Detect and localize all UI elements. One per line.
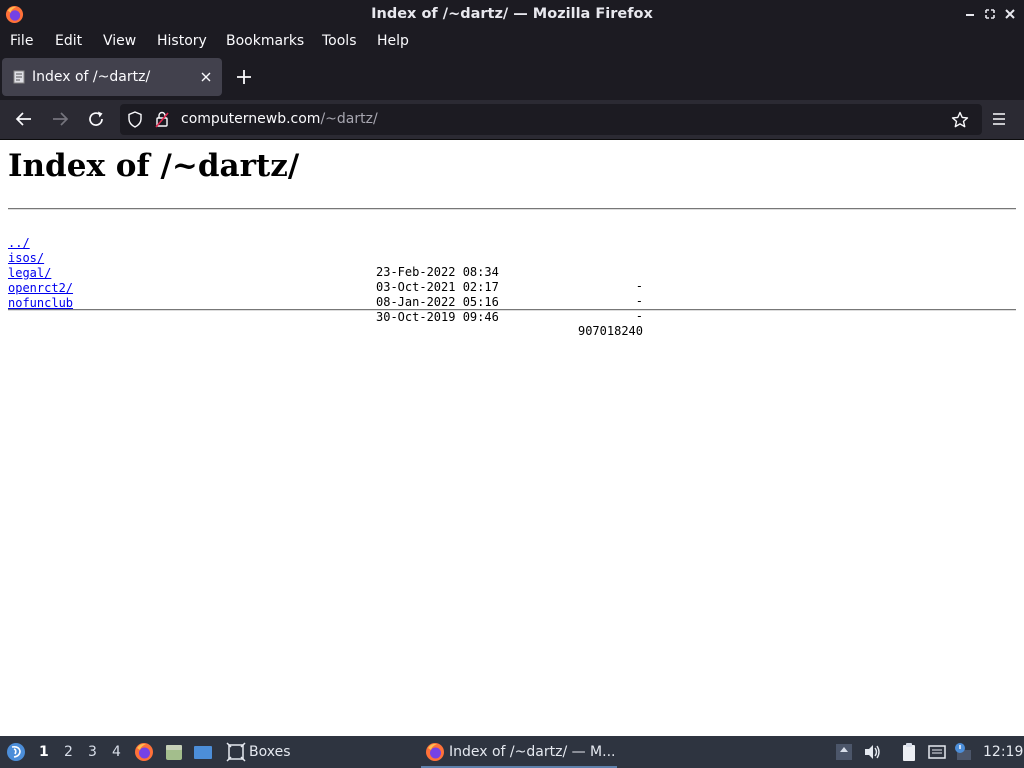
menu-history[interactable]: History [157, 33, 207, 49]
list-item: nofunclub 30-Oct-2019 09:46 907018240 [8, 282, 643, 338]
desktop-launcher-icon[interactable] [193, 742, 213, 762]
top-divider [8, 208, 1016, 210]
tab-strip: Index of /~dartz/ [0, 54, 1024, 100]
page-favicon-icon [13, 70, 25, 84]
entry-size: - [635, 279, 643, 293]
forward-icon[interactable] [51, 110, 69, 128]
entry-size: - [635, 309, 643, 323]
firefox-launcher-icon[interactable] [134, 742, 154, 762]
entry-date: 30-Oct-2019 09:46 [376, 310, 499, 324]
tab-title: Index of /~dartz/ [32, 69, 151, 85]
bottom-divider [8, 309, 1016, 311]
update-notifier-icon[interactable] [953, 742, 973, 762]
url-bar[interactable]: computernewb.com/~dartz/ [120, 104, 982, 135]
entry-date: 08-Jan-2022 05:16 [376, 295, 499, 309]
entry-size: 907018240 [577, 324, 643, 338]
reload-icon[interactable] [87, 110, 105, 128]
insecure-lock-icon[interactable] [155, 111, 169, 128]
files-launcher-icon[interactable] [164, 742, 184, 762]
url-host: computernewb.com [181, 111, 321, 127]
list-item: isos/ 23-Feb-2022 08:34 - [8, 237, 643, 293]
menu-edit[interactable]: Edit [55, 33, 82, 49]
menu-file[interactable]: File [10, 33, 33, 49]
hamburger-menu-icon[interactable] [991, 111, 1007, 127]
page-heading: Index of /~dartz/ [8, 148, 300, 184]
menu-bar: File Edit View History Bookmarks Tools H… [0, 29, 1024, 54]
menu-help[interactable]: Help [377, 33, 409, 49]
taskbar-app-boxes[interactable]: Boxes [224, 736, 294, 768]
workspace-2[interactable]: 2 [64, 744, 73, 760]
entry-date: 03-Oct-2021 02:17 [376, 280, 499, 294]
clipboard-icon[interactable] [899, 742, 919, 762]
list-item: openrct2/ 08-Jan-2022 05:16 - [8, 267, 643, 323]
new-tab-icon[interactable] [235, 68, 253, 86]
url-path: /~dartz/ [320, 111, 378, 127]
bookmark-star-icon[interactable] [951, 111, 969, 129]
tab-active[interactable]: Index of /~dartz/ [2, 58, 222, 96]
network-icon[interactable] [927, 742, 947, 762]
url-text[interactable]: computernewb.com/~dartz/ [181, 111, 378, 127]
entry-size: - [635, 294, 643, 308]
entry-link-nofunclub[interactable]: nofunclub [8, 296, 73, 310]
list-item: ../ [8, 222, 51, 250]
taskbar-app-label: Boxes [249, 744, 291, 760]
tray-scroll-icon[interactable] [834, 742, 854, 762]
minimize-icon[interactable] [963, 7, 977, 21]
taskbar-app-label: Index of /~dartz/ — M... [449, 744, 616, 760]
entry-date: 23-Feb-2022 08:34 [376, 265, 499, 279]
menu-tools[interactable]: Tools [322, 33, 357, 49]
maximize-icon[interactable] [983, 7, 997, 21]
workspace-1[interactable]: 1 [39, 744, 49, 760]
workspace-4[interactable]: 4 [112, 744, 121, 760]
list-item: legal/ 03-Oct-2021 02:17 - [8, 252, 643, 308]
navigation-toolbar: computernewb.com/~dartz/ [0, 100, 1024, 140]
tracking-protection-shield-icon[interactable] [127, 111, 143, 128]
taskbar: 1 2 3 4 Boxes Index of /~dartz/ — M... 1… [0, 736, 1024, 768]
close-tab-icon[interactable] [200, 71, 212, 83]
taskbar-app-firefox[interactable]: Index of /~dartz/ — M... [421, 736, 617, 768]
menu-view[interactable]: View [103, 33, 136, 49]
back-icon[interactable] [15, 110, 33, 128]
workspace-3[interactable]: 3 [88, 744, 97, 760]
start-menu-icon[interactable] [6, 742, 26, 762]
page-content: Index of /~dartz/ ../ isos/ 23-Feb-2022 … [0, 140, 1024, 736]
window-titlebar: Index of /~dartz/ — Mozilla Firefox [0, 0, 1024, 29]
clock: 12:19 [983, 744, 1024, 760]
menu-bookmarks[interactable]: Bookmarks [226, 33, 304, 49]
close-icon[interactable] [1003, 7, 1017, 21]
volume-icon[interactable] [862, 742, 882, 762]
boxes-app-icon [226, 742, 246, 762]
window-title: Index of /~dartz/ — Mozilla Firefox [371, 6, 653, 22]
firefox-window-icon [426, 743, 444, 761]
